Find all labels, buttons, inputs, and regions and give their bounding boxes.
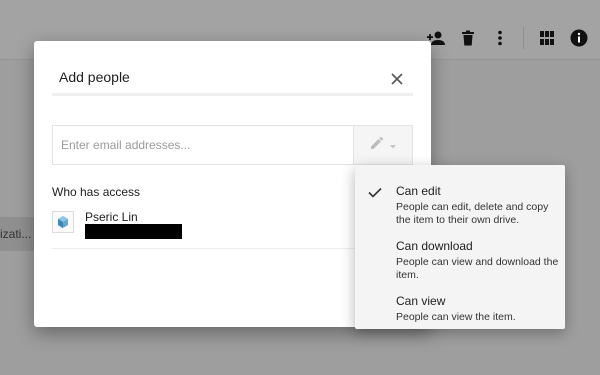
menu-item-title: Can edit [396,184,441,198]
toolbar-divider [523,27,524,49]
title-divider [52,93,413,96]
cube-avatar-icon [52,211,74,233]
permission-dropdown-button[interactable] [353,126,412,164]
menu-item-can-edit[interactable]: Can edit People can edit, delete and cop… [355,171,565,226]
email-input[interactable] [53,126,353,164]
background-item-label: izati... [0,227,32,241]
pencil-icon [370,136,384,155]
chevron-down-icon [390,136,396,154]
permission-menu: Can edit People can edit, delete and cop… [355,165,565,329]
toolbar-actions [415,27,590,49]
user-email-redacted [85,224,182,239]
menu-item-can-download[interactable]: Can download People can view and downloa… [355,226,565,281]
user-name: Pseric Lin [85,210,138,224]
more-vert-icon[interactable] [489,27,511,49]
menu-item-can-view[interactable]: Can view People can view the item. [355,281,565,323]
menu-item-description: People can edit, delete and copy the ite… [396,201,549,226]
grid-view-icon[interactable] [536,27,558,49]
who-has-access-label: Who has access [52,185,141,199]
menu-item-description: People can view and download the item. [396,256,559,281]
menu-item-title: Can download [396,239,473,253]
close-icon[interactable] [386,68,408,90]
dialog-title: Add people [59,69,130,85]
trash-icon[interactable] [457,27,479,49]
checkmark-icon [368,185,384,198]
info-icon[interactable] [568,27,590,49]
email-entry-row [52,125,413,165]
menu-item-description: People can view the item. [396,311,516,323]
menu-item-title: Can view [396,294,446,308]
